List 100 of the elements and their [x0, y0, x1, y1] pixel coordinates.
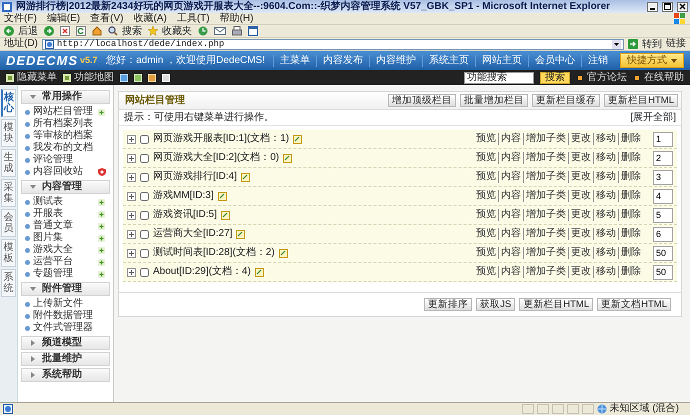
- row-action-link[interactable]: 更改: [568, 266, 593, 278]
- go-button[interactable]: 转到: [628, 36, 662, 52]
- menu-section-header[interactable]: 常用操作: [21, 90, 110, 104]
- row-action-link[interactable]: 预览: [474, 266, 498, 278]
- mail-icon[interactable]: [214, 26, 226, 36]
- row-action-link[interactable]: 更改: [568, 247, 593, 259]
- sidebar-link[interactable]: 附件数据管理: [33, 310, 95, 322]
- category-name[interactable]: 网页游戏开服表[ID:1](文档：1): [153, 133, 290, 145]
- row-action-link[interactable]: 删除: [618, 152, 643, 164]
- sidebar-link[interactable]: 运营平台: [33, 256, 95, 268]
- nav-link[interactable]: 注销: [581, 54, 614, 66]
- row-action-link[interactable]: 内容: [498, 190, 523, 202]
- search-button[interactable]: 搜索: [108, 24, 142, 38]
- side-tab[interactable]: 核心: [1, 89, 16, 117]
- edit-note-icon[interactable]: [293, 134, 302, 144]
- menu-item[interactable]: 收藏(A): [133, 12, 167, 24]
- hide-menu-link[interactable]: 隐藏菜单: [6, 72, 57, 84]
- category-name[interactable]: 网页游戏大全[ID:2](文档：0): [153, 152, 280, 164]
- expand-icon[interactable]: [127, 248, 136, 258]
- nav-link[interactable]: 会员中心: [528, 54, 581, 66]
- nav-link[interactable]: 主菜单: [273, 54, 316, 66]
- menu-item[interactable]: 文件(F): [4, 12, 37, 24]
- toolbar-button[interactable]: 更新栏目缓存: [532, 94, 600, 107]
- history-icon[interactable]: [198, 26, 208, 36]
- row-action-link[interactable]: 更改: [568, 228, 593, 240]
- sort-order-field[interactable]: 4: [653, 188, 673, 204]
- sidebar-link[interactable]: 开服表: [33, 208, 95, 220]
- row-checkbox[interactable]: [140, 230, 149, 238]
- row-action-link[interactable]: 内容: [498, 266, 523, 278]
- sort-order-field[interactable]: 3: [653, 170, 673, 184]
- menu-section-header[interactable]: 内容管理: [21, 180, 110, 194]
- menu-section-header[interactable]: 系统帮助: [21, 368, 110, 382]
- row-action-link[interactable]: 预览: [474, 171, 498, 183]
- function-map-link[interactable]: 功能地图: [63, 72, 114, 84]
- shield-icon[interactable]: [98, 168, 106, 176]
- edit-note-icon[interactable]: [220, 210, 230, 220]
- row-action-link[interactable]: 删除: [618, 266, 643, 278]
- expand-all-link[interactable]: [展开全部]: [630, 112, 676, 124]
- row-checkbox[interactable]: [140, 134, 149, 144]
- row-checkbox[interactable]: [140, 248, 149, 258]
- sort-order-field[interactable]: 6: [653, 226, 673, 242]
- sidebar-link[interactable]: 我发布的文档: [33, 142, 95, 154]
- menu-section-header[interactable]: 批量维护: [21, 352, 110, 366]
- row-action-link[interactable]: 更改: [568, 171, 593, 183]
- links-label[interactable]: 链接: [666, 38, 686, 50]
- print-icon[interactable]: [232, 26, 242, 36]
- minimize-button[interactable]: [647, 2, 658, 12]
- stop-icon[interactable]: [60, 26, 70, 36]
- row-action-link[interactable]: 预览: [474, 247, 498, 259]
- sort-order-field[interactable]: 50: [653, 246, 673, 260]
- expand-icon[interactable]: [127, 172, 136, 182]
- side-tab[interactable]: 模板: [1, 239, 16, 267]
- row-action-link[interactable]: 增加子类: [523, 247, 568, 259]
- category-name[interactable]: 网页游戏排行[ID:4]: [153, 171, 237, 183]
- row-checkbox[interactable]: [140, 154, 149, 162]
- header-link[interactable]: 官方论坛: [576, 72, 627, 84]
- expand-icon[interactable]: [127, 134, 136, 144]
- row-action-link[interactable]: 更改: [568, 152, 593, 164]
- add-icon[interactable]: [98, 258, 105, 266]
- nav-link[interactable]: 内容发布: [316, 54, 369, 66]
- row-action-link[interactable]: 增加子类: [523, 152, 568, 164]
- expand-icon[interactable]: [127, 192, 136, 200]
- row-checkbox[interactable]: [140, 268, 149, 276]
- menu-section-header[interactable]: 频道模型: [21, 336, 110, 350]
- sidebar-link[interactable]: 网站栏目管理: [33, 106, 95, 118]
- footer-button[interactable]: 获取JS: [476, 298, 516, 311]
- menu-section-header[interactable]: 附件管理: [21, 282, 110, 296]
- row-action-link[interactable]: 增加子类: [523, 190, 568, 202]
- category-name[interactable]: About[ID:29](文档：4): [153, 266, 251, 278]
- add-icon[interactable]: [98, 108, 105, 116]
- row-action-link[interactable]: 移动: [593, 133, 618, 145]
- sidebar-link[interactable]: 所有档案列表: [33, 118, 95, 130]
- side-tab[interactable]: 生成: [1, 149, 16, 177]
- category-name[interactable]: 测试时间表[ID:28](文档：2): [153, 247, 275, 259]
- skin-swatch-icon[interactable]: [162, 74, 170, 82]
- row-action-link[interactable]: 删除: [618, 228, 643, 240]
- menu-item[interactable]: 工具(T): [176, 12, 210, 24]
- row-action-link[interactable]: 删除: [618, 190, 643, 202]
- row-action-link[interactable]: 更改: [568, 209, 593, 221]
- refresh-icon[interactable]: [76, 26, 86, 36]
- nav-link[interactable]: 网站主页: [475, 54, 528, 66]
- shortcut-dropdown[interactable]: 快捷方式: [620, 53, 684, 68]
- nav-link[interactable]: 内容维护: [369, 54, 422, 66]
- sidebar-link[interactable]: 游戏大全: [33, 244, 95, 256]
- row-action-link[interactable]: 删除: [618, 209, 643, 221]
- sort-order-field[interactable]: 1: [653, 132, 673, 146]
- skin-swatch-icon[interactable]: [120, 74, 128, 82]
- add-icon[interactable]: [98, 210, 105, 218]
- sort-order-field[interactable]: 2: [653, 150, 673, 166]
- row-action-link[interactable]: 增加子类: [523, 209, 568, 221]
- row-action-link[interactable]: 增加子类: [523, 228, 568, 240]
- edit-note-icon[interactable]: [278, 248, 288, 258]
- row-action-link[interactable]: 移动: [593, 228, 618, 240]
- edit-note-icon[interactable]: [218, 192, 227, 200]
- row-action-link[interactable]: 删除: [618, 133, 643, 145]
- sidebar-link[interactable]: 上传新文件: [33, 298, 95, 310]
- menu-item[interactable]: 查看(V): [90, 12, 124, 24]
- sidebar-link[interactable]: 普通文章: [33, 220, 95, 232]
- side-tab[interactable]: 采集: [1, 179, 16, 207]
- row-action-link[interactable]: 移动: [593, 209, 618, 221]
